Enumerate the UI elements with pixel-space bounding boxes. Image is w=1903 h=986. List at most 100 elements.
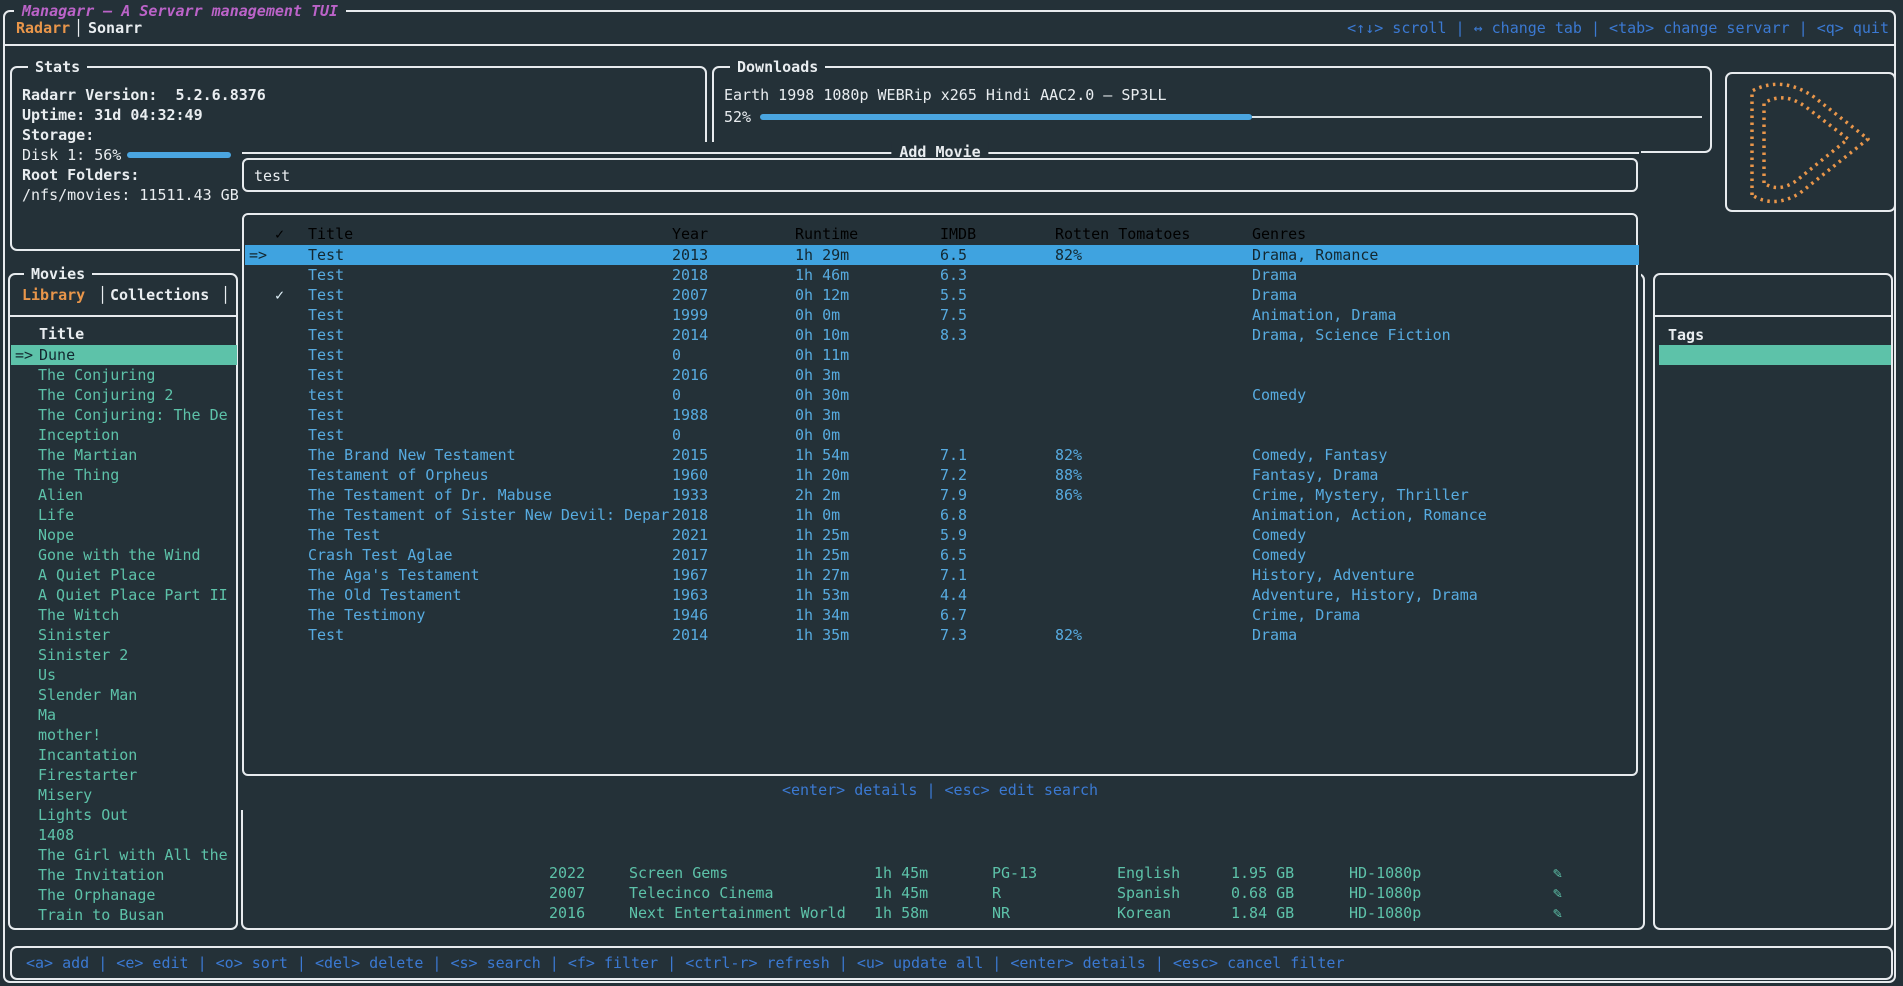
result-cell-year: 1946 — [672, 605, 708, 625]
movie-list-item[interactable]: Sinister — [10, 625, 236, 645]
movie-list-item[interactable]: The Thing — [10, 465, 236, 485]
search-result-row[interactable]: Test00h 11m — [244, 345, 1636, 365]
result-cell-imdb: 7.9 — [940, 485, 967, 505]
tab-radarr[interactable]: Radarr — [16, 18, 70, 38]
search-result-row[interactable]: Test19990h 0m7.5Animation, Drama — [244, 305, 1636, 325]
movie-list-item[interactable]: A Quiet Place — [10, 565, 236, 585]
movie-list-item[interactable]: The Conjuring: The De — [10, 405, 236, 425]
tag-row-selected[interactable] — [1659, 345, 1891, 365]
edit-icon[interactable]: ✎ — [1553, 863, 1562, 883]
movie-list-item[interactable]: mother! — [10, 725, 236, 745]
movie-list-item[interactable]: A Quiet Place Part II — [10, 585, 236, 605]
result-cell-genres: Comedy — [1252, 525, 1306, 545]
search-result-row[interactable]: The Brand New Testament20151h 54m7.182%C… — [244, 445, 1636, 465]
root-folder-value: /nfs/movies: 11511.43 GB — [22, 185, 239, 205]
download-item-title[interactable]: Earth 1998 1080p WEBRip x265 Hindi AAC2.… — [724, 85, 1167, 105]
search-result-row[interactable]: Test20141h 35m7.382%Drama — [244, 625, 1636, 645]
result-cell-genres: Comedy — [1252, 385, 1306, 405]
tab-library[interactable]: Library — [22, 285, 85, 305]
movie-list-item[interactable]: The Martian — [10, 445, 236, 465]
download-progress-track — [1252, 116, 1702, 118]
movie-search-input[interactable] — [254, 165, 1624, 187]
movie-list-item[interactable]: Alien — [10, 485, 236, 505]
result-cell-runtime: 1h 46m — [795, 265, 849, 285]
search-result-row[interactable]: Crash Test Aglae20171h 25m6.5Comedy — [244, 545, 1636, 565]
movie-title: Sinister — [38, 625, 110, 645]
movie-list-item[interactable]: Sinister 2 — [10, 645, 236, 665]
movie-title: Dune — [39, 345, 75, 365]
movie-list-item[interactable]: Lights Out — [10, 805, 236, 825]
result-cell-imdb: 7.5 — [940, 305, 967, 325]
movie-list-item[interactable]: The Witch — [10, 605, 236, 625]
library-cell-year: 2007 — [549, 883, 585, 903]
search-results-table: ✓TitleYearRuntimeIMDBRotten TomatoesGenr… — [242, 213, 1638, 776]
search-results-header: ✓TitleYearRuntimeIMDBRotten TomatoesGenr… — [244, 224, 1636, 244]
library-cell-quality: HD-1080p — [1349, 883, 1421, 903]
search-result-row[interactable]: The Aga's Testament19671h 27m7.1History,… — [244, 565, 1636, 585]
movie-list-item[interactable]: Firestarter — [10, 765, 236, 785]
storage-label: Storage: — [22, 125, 94, 145]
library-cell-quality: HD-1080p — [1349, 863, 1421, 883]
movie-list-item[interactable]: Misery — [10, 785, 236, 805]
search-result-row[interactable]: Test19880h 3m — [244, 405, 1636, 425]
result-cell-runtime: 0h 12m — [795, 285, 849, 305]
movie-list-item[interactable]: Inception — [10, 425, 236, 445]
download-progress-label: 52% — [724, 107, 751, 127]
tab-sonarr[interactable]: Sonarr — [88, 18, 142, 38]
movie-list-item[interactable]: The Girl with All the — [10, 845, 236, 865]
result-cell-year: 2014 — [672, 325, 708, 345]
result-cell-rotten_tomatoes: 86% — [1055, 485, 1082, 505]
result-cell-title: The Testament of Sister New Devil: Depar — [308, 505, 669, 525]
movie-title: Firestarter — [38, 765, 137, 785]
search-result-row[interactable]: Test20160h 3m — [244, 365, 1636, 385]
library-row[interactable]: 2016Next Entertainment World1h 58mNRKore… — [0, 903, 1903, 923]
movie-list-item[interactable]: Incantation — [10, 745, 236, 765]
results-col-header-runtime: Runtime — [795, 224, 858, 244]
movie-list-item[interactable]: =>Dune — [11, 345, 237, 365]
movie-list-item[interactable]: Slender Man — [10, 685, 236, 705]
movie-title: A Quiet Place — [38, 565, 155, 585]
result-cell-title: Test — [308, 345, 344, 365]
search-result-row[interactable]: The Testament of Dr. Mabuse19332h 2m7.98… — [244, 485, 1636, 505]
movie-list-item[interactable]: The Conjuring — [10, 365, 236, 385]
result-cell-imdb: 5.9 — [940, 525, 967, 545]
movie-list-item[interactable]: Us — [10, 665, 236, 685]
radarr-logo-icon — [1736, 77, 1886, 207]
edit-icon[interactable]: ✎ — [1553, 883, 1562, 903]
movie-list-item[interactable]: Nope — [10, 525, 236, 545]
result-cell-imdb: 6.5 — [940, 545, 967, 565]
search-result-row[interactable]: Test20140h 10m8.3Drama, Science Fiction — [244, 325, 1636, 345]
result-cell-title: Test — [308, 325, 344, 345]
search-result-row[interactable]: The Old Testament19631h 53m4.4Adventure,… — [244, 585, 1636, 605]
library-row[interactable]: 2007Telecinco Cinema1h 45mRSpanish0.68 G… — [0, 883, 1903, 903]
movie-list-item[interactable]: The Conjuring 2 — [10, 385, 236, 405]
result-cell-runtime: 1h 29m — [795, 245, 849, 265]
movie-list-item[interactable]: Life — [10, 505, 236, 525]
monitored-check-icon: ✓ — [275, 285, 284, 305]
result-cell-title: The Test — [308, 525, 380, 545]
search-result-row[interactable]: =>Test20131h 29m6.582%Drama, Romance — [245, 245, 1639, 265]
result-cell-runtime: 0h 11m — [795, 345, 849, 365]
library-cell-certification: NR — [992, 903, 1010, 923]
movies-tabs-divider — [10, 315, 236, 317]
search-result-row[interactable]: The Testimony19461h 34m6.7Crime, Drama — [244, 605, 1636, 625]
search-result-row[interactable]: test00h 30mComedy — [244, 385, 1636, 405]
search-result-row[interactable]: The Testament of Sister New Devil: Depar… — [244, 505, 1636, 525]
library-cell-language: Spanish — [1117, 883, 1180, 903]
tab-collections[interactable]: Collections — [110, 285, 209, 305]
search-result-row[interactable]: Testament of Orpheus19601h 20m7.288%Fant… — [244, 465, 1636, 485]
result-cell-rotten_tomatoes: 82% — [1055, 445, 1082, 465]
movie-list-item[interactable]: Gone with the Wind — [10, 545, 236, 565]
root-folders-label: Root Folders: — [22, 165, 139, 185]
movie-list-item[interactable]: 1408 — [10, 825, 236, 845]
search-result-row[interactable]: Test20181h 46m6.3Drama — [244, 265, 1636, 285]
library-cell-runtime: 1h 58m — [874, 903, 928, 923]
search-result-row[interactable]: ✓Test20070h 12m5.5Drama — [244, 285, 1636, 305]
radarr-version: Radarr Version: 5.2.6.8376 — [22, 85, 266, 105]
movie-title: Us — [38, 665, 56, 685]
search-result-row[interactable]: The Test20211h 25m5.9Comedy — [244, 525, 1636, 545]
edit-icon[interactable]: ✎ — [1553, 903, 1562, 923]
library-row[interactable]: 2022Screen Gems1h 45mPG-13English1.95 GB… — [0, 863, 1903, 883]
search-result-row[interactable]: Test00h 0m — [244, 425, 1636, 445]
movie-list-item[interactable]: Ma — [10, 705, 236, 725]
